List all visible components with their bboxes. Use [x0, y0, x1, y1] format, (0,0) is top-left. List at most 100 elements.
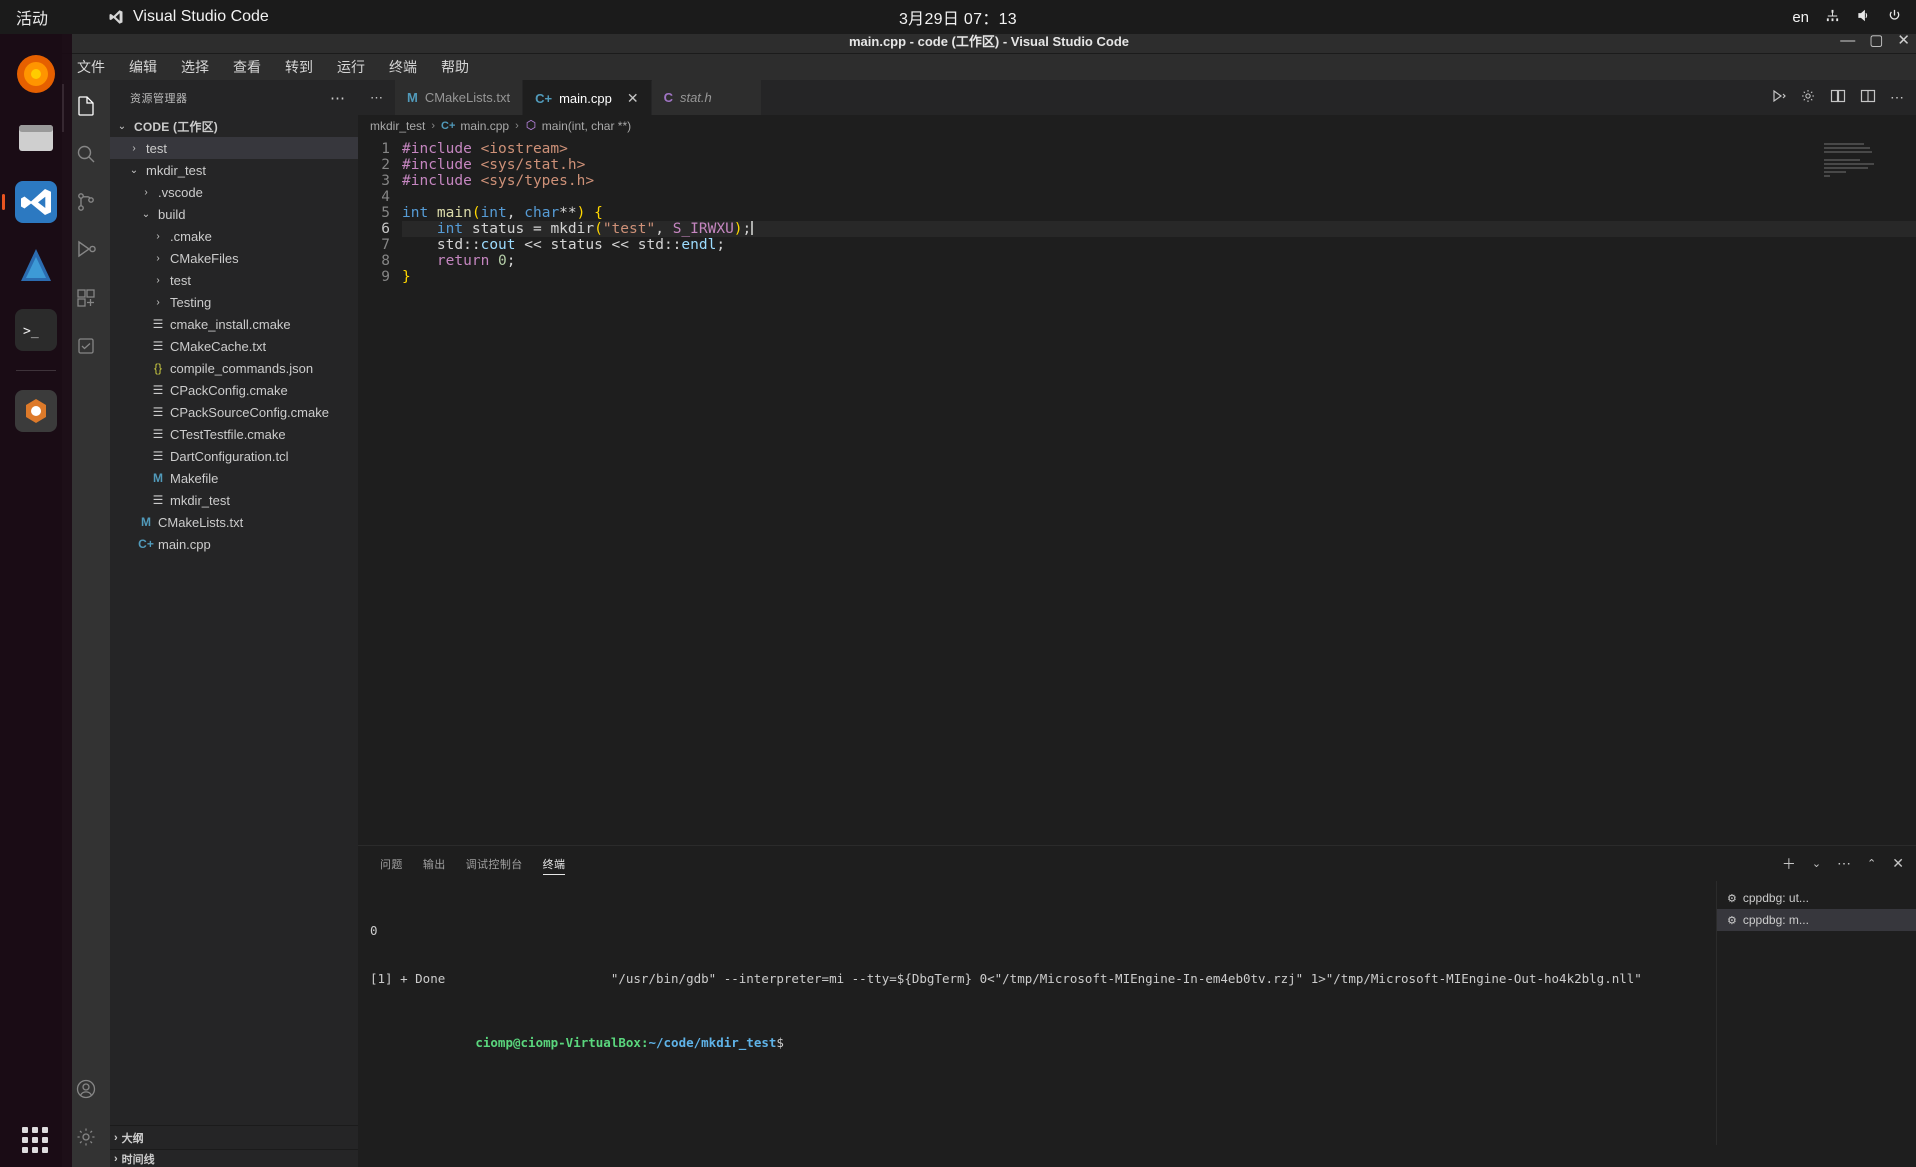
tab-overflow-button[interactable]: ⋯: [358, 80, 395, 115]
tree-row-testing[interactable]: › Testing: [110, 291, 358, 313]
terminal-instances-list[interactable]: ⚙ cppdbg: ut... ⚙ cppdbg: m...: [1716, 881, 1916, 1145]
terminal-prompt-path: ~/code/mkdir_test: [648, 1035, 777, 1050]
sidebar-section-timeline[interactable]: › 时间线: [110, 1149, 358, 1167]
code-line[interactable]: #include <sys/types.h>: [402, 173, 1916, 189]
menu-go[interactable]: 转到: [282, 55, 316, 79]
tree-row-compile-commands-json[interactable]: {} compile_commands.json: [110, 357, 358, 379]
breadcrumb-item-file[interactable]: C+ main.cpp: [441, 119, 509, 133]
terminal-list-item[interactable]: ⚙ cppdbg: ut...: [1717, 887, 1916, 909]
power-icon[interactable]: [1887, 8, 1902, 27]
tree-row--vscode[interactable]: › .vscode: [110, 181, 358, 203]
terminal-list-item[interactable]: ⚙ cppdbg: m...: [1717, 909, 1916, 931]
ellipsis-icon[interactable]: ⋯: [1890, 89, 1904, 106]
ellipsis-icon[interactable]: ⋯: [1837, 855, 1851, 872]
code-token: ,: [655, 221, 673, 237]
dock-item-files[interactable]: [10, 112, 62, 164]
editor-vertical-scrollbar[interactable]: [1902, 137, 1916, 845]
system-tray[interactable]: en: [1792, 8, 1902, 27]
breadcrumb-item-symbol[interactable]: main(int, char **): [525, 119, 631, 134]
tree-row-cmakefiles[interactable]: › CMakeFiles: [110, 247, 358, 269]
code-token: ;: [506, 253, 516, 269]
volume-icon[interactable]: [1856, 8, 1871, 27]
tree-row-test[interactable]: › test: [110, 269, 358, 291]
tree-row-main-cpp[interactable]: C+ main.cpp: [110, 533, 358, 555]
menu-run[interactable]: 运行: [334, 55, 368, 79]
dock-item-vscode[interactable]: [2, 176, 62, 228]
menu-file[interactable]: 文件: [74, 55, 108, 79]
code-line[interactable]: int status = mkdir("test", S_IRWXU);: [402, 221, 1916, 237]
menu-selection[interactable]: 选择: [178, 55, 212, 79]
code-line[interactable]: }: [402, 269, 1916, 285]
tree-row--cmake[interactable]: › .cmake: [110, 225, 358, 247]
minimize-button[interactable]: —: [1840, 33, 1855, 48]
dock-item-firefox-developer[interactable]: [10, 240, 62, 292]
sidebar-more-actions-icon[interactable]: ⋯: [330, 89, 346, 107]
dock-item-terminal[interactable]: >_: [10, 304, 62, 356]
code-line[interactable]: [402, 189, 1916, 205]
tree-row-cpackconfig-cmake[interactable]: ☰ CPackConfig.cmake: [110, 379, 358, 401]
explorer-tree[interactable]: ⌄ CODE (工作区) › test ⌄ mkdir_test › .vscode ⌄ bu…: [110, 115, 358, 1125]
show-applications-button[interactable]: [22, 1127, 50, 1153]
bottom-panel: 问题 输出 调试控制台 终端 ＋ ⌄ ⋯ ⌃ ✕ 0 [1] + Done "/…: [358, 845, 1916, 1145]
panel-tab-problems[interactable]: 问题: [370, 846, 413, 881]
tree-row-dartconfiguration-tcl[interactable]: ☰ DartConfiguration.tcl: [110, 445, 358, 467]
code-line[interactable]: #include <iostream>: [402, 141, 1916, 157]
dock-item-ubuntu-software[interactable]: [10, 385, 62, 437]
menu-help[interactable]: 帮助: [438, 55, 472, 79]
code-line[interactable]: #include <sys/stat.h>: [402, 157, 1916, 173]
tree-row-cmake-install-cmake[interactable]: ☰ cmake_install.cmake: [110, 313, 358, 335]
menu-view[interactable]: 查看: [230, 55, 264, 79]
input-language-indicator[interactable]: en: [1792, 9, 1809, 26]
tree-row-cmakecache-txt[interactable]: ☰ CMakeCache.txt: [110, 335, 358, 357]
code-editor[interactable]: 123456789 #include <iostream> #include <s…: [358, 137, 1916, 845]
code-line[interactable]: int main(int, char**) {: [402, 205, 1916, 221]
os-clock[interactable]: 3月29日 07：13: [899, 5, 1017, 29]
tree-row-build[interactable]: ⌄ build: [110, 203, 358, 225]
dock-item-firefox[interactable]: [10, 48, 62, 100]
tree-row-ctesttestfile-cmake[interactable]: ☰ CTestTestfile.cmake: [110, 423, 358, 445]
breadcrumb-item-folder[interactable]: mkdir_test: [370, 119, 425, 133]
gear-icon[interactable]: [1800, 88, 1816, 107]
code-token: ;: [716, 237, 726, 253]
code-token: ): [733, 221, 743, 237]
tree-row-mkdir-test[interactable]: ⌄ mkdir_test: [110, 159, 358, 181]
panel-tab-debug-console[interactable]: 调试控制台: [456, 846, 533, 881]
tree-row-makefile[interactable]: M Makefile: [110, 467, 358, 489]
activities-button[interactable]: 活动: [0, 5, 62, 29]
code-lines[interactable]: #include <iostream> #include <sys/stat.h>…: [402, 141, 1916, 285]
tab-main-cpp[interactable]: C+ main.cpp ✕: [523, 80, 652, 115]
menu-edit[interactable]: 编辑: [126, 55, 160, 79]
chevron-up-icon[interactable]: ⌃: [1867, 857, 1876, 870]
terminal-output[interactable]: 0 [1] + Done "/usr/bin/gdb" --interprete…: [358, 881, 1716, 1145]
menu-terminal[interactable]: 终端: [386, 55, 420, 79]
tree-row-mkdir-test[interactable]: ☰ mkdir_test: [110, 489, 358, 511]
panel-tab-output[interactable]: 输出: [413, 846, 456, 881]
sidebar-section-outline[interactable]: › 大纲: [110, 1125, 358, 1149]
plus-icon[interactable]: ＋: [1782, 854, 1796, 874]
ellipsis-icon[interactable]: ⋯: [370, 90, 383, 106]
chevron-down-icon[interactable]: ⌄: [1812, 857, 1821, 870]
tab-cmakelists[interactable]: M CMakeLists.txt: [395, 80, 524, 115]
active-app-indicator[interactable]: Visual Studio Code: [62, 8, 269, 26]
code-line[interactable]: return 0;: [402, 253, 1916, 269]
code-token: <<: [515, 237, 551, 253]
chevron-down-icon: ⌄: [129, 164, 139, 176]
tab-stat-h[interactable]: C stat.h: [651, 80, 762, 115]
close-button[interactable]: ✕: [1897, 33, 1910, 48]
tree-row-cmakelists-txt[interactable]: M CMakeLists.txt: [110, 511, 358, 533]
maximize-button[interactable]: ▢: [1869, 33, 1883, 48]
open-changes-icon[interactable]: [1830, 88, 1846, 107]
tree-row-workspace-root[interactable]: ⌄ CODE (工作区): [110, 115, 358, 137]
network-icon[interactable]: [1825, 8, 1840, 27]
code-line[interactable]: std::cout << status << std::endl;: [402, 237, 1916, 253]
split-editor-icon[interactable]: [1860, 88, 1876, 107]
tab-close-icon[interactable]: ✕: [627, 90, 639, 107]
editor-minimap[interactable]: [1824, 143, 1882, 177]
run-play-icon[interactable]: [1770, 88, 1786, 107]
tree-row-test[interactable]: › test: [110, 137, 358, 159]
tree-row-cpacksourceconfig-cmake[interactable]: ☰ CPackSourceConfig.cmake: [110, 401, 358, 423]
panel-tab-terminal[interactable]: 终端: [533, 846, 576, 881]
close-icon[interactable]: ✕: [1892, 855, 1904, 872]
